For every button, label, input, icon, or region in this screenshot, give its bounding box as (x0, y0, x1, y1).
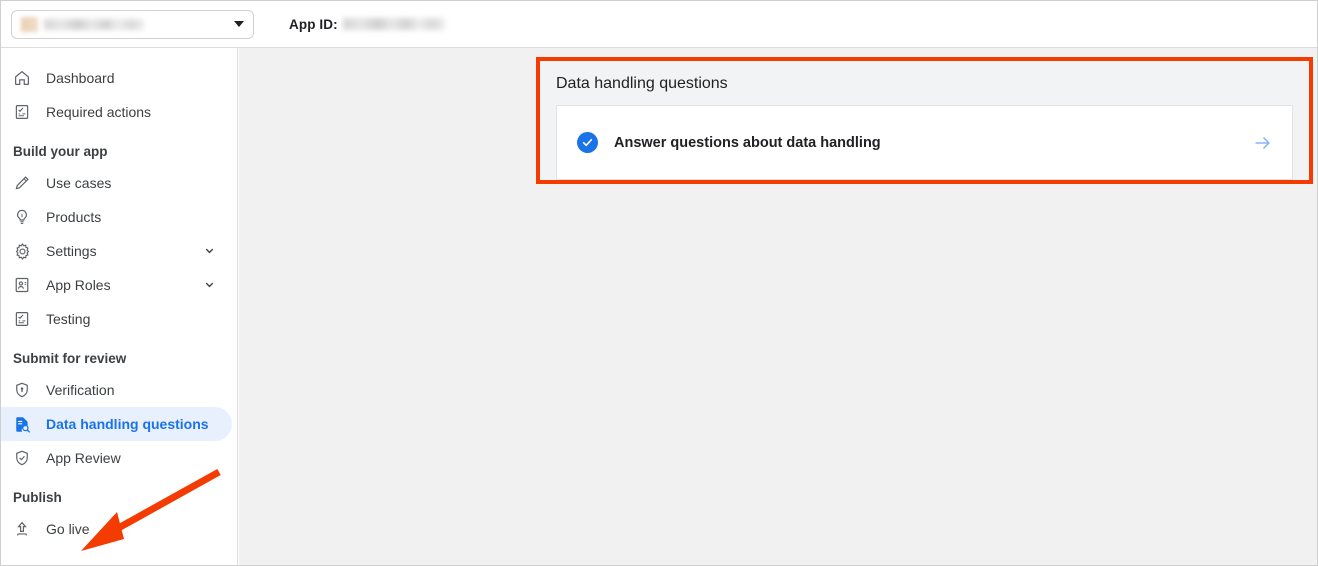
sidebar-group-publish: Publish (13, 490, 62, 505)
lightbulb-icon (12, 207, 32, 227)
sidebar-item-verification[interactable]: Verification (1, 373, 232, 407)
top-bar: App ID: (1, 1, 1317, 48)
arrow-right-icon[interactable] (1252, 132, 1274, 154)
pencil-icon (12, 173, 32, 193)
sidebar-group-build-your-app: Build your app (13, 144, 108, 159)
card-title: Data handling questions (556, 75, 728, 92)
sidebar-item-app-roles[interactable]: App Roles (1, 268, 232, 302)
sidebar: Dashboard Required actions Build your ap… (1, 48, 238, 565)
sidebar-item-label: Products (46, 209, 102, 225)
chevron-down-icon[interactable] (203, 244, 216, 259)
badge-person-icon (12, 275, 32, 295)
data-handling-card: Data handling questions Answer questions… (540, 61, 1309, 180)
sidebar-item-settings[interactable]: Settings (1, 234, 232, 268)
gear-icon (12, 241, 32, 261)
sidebar-group-submit-for-review: Submit for review (13, 351, 127, 366)
app-id-value-redacted (342, 18, 445, 30)
task-label: Answer questions about data handling (614, 134, 881, 151)
upload-icon (12, 519, 32, 539)
sidebar-item-products[interactable]: Products (1, 200, 232, 234)
sidebar-item-required-actions[interactable]: Required actions (1, 95, 232, 129)
sidebar-item-testing[interactable]: Testing (1, 302, 232, 336)
sidebar-item-label: Use cases (46, 175, 112, 191)
main-content: Data handling questions Answer questions… (239, 48, 1317, 565)
app-window: App ID: Dashboard Required actions Build… (0, 0, 1318, 566)
sidebar-item-label: Data handling questions (46, 416, 209, 432)
sidebar-item-label: Settings (46, 243, 97, 259)
sidebar-item-use-cases[interactable]: Use cases (1, 166, 232, 200)
clipboard-check-icon (12, 102, 32, 122)
shield-lock-icon (12, 380, 32, 400)
sidebar-item-label: Go live (46, 521, 90, 537)
check-circle-icon (577, 132, 598, 153)
red-highlight-box: Data handling questions Answer questions… (536, 57, 1313, 184)
document-search-icon (12, 414, 32, 434)
clipboard-check-icon (12, 309, 32, 329)
sidebar-item-label: App Roles (46, 277, 111, 293)
sidebar-item-label: Testing (46, 311, 91, 327)
app-id-field: App ID: (289, 17, 445, 32)
app-name-redacted (44, 18, 144, 30)
sidebar-item-data-handling-questions[interactable]: Data handling questions (1, 407, 232, 441)
app-id-label: App ID: (289, 16, 338, 32)
sidebar-item-label: Required actions (46, 104, 152, 120)
sidebar-item-app-review[interactable]: App Review (1, 441, 232, 475)
task-row[interactable]: Answer questions about data handling (556, 105, 1293, 180)
sidebar-item-label: Dashboard (46, 70, 115, 86)
chevron-down-icon[interactable] (203, 278, 216, 293)
sidebar-item-label: App Review (46, 450, 121, 466)
app-selector[interactable] (11, 9, 254, 39)
app-avatar-redacted (21, 16, 38, 32)
sidebar-item-go-live[interactable]: Go live (1, 512, 232, 546)
sidebar-item-label: Verification (46, 382, 115, 398)
shield-check-icon (12, 448, 32, 468)
sidebar-item-dashboard[interactable]: Dashboard (1, 61, 232, 95)
home-icon (12, 68, 32, 88)
chevron-down-icon[interactable] (234, 21, 244, 27)
